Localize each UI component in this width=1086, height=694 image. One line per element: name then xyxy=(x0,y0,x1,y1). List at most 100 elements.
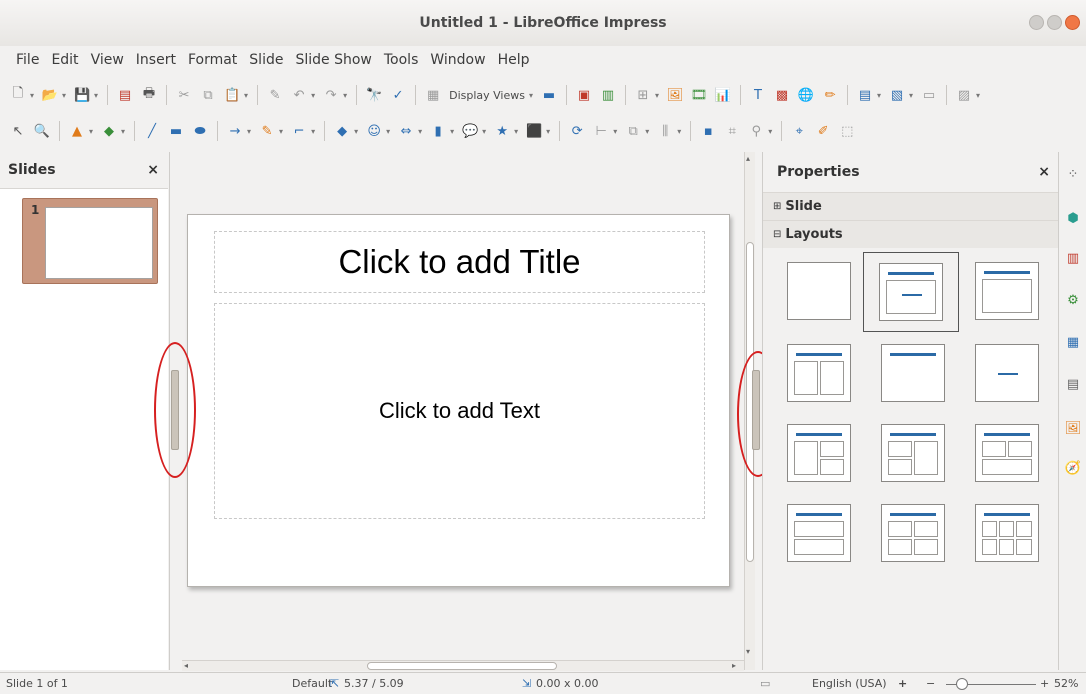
start-current-slide-icon[interactable]: ▥ xyxy=(598,85,618,105)
slide-layout-icon[interactable]: ▤ xyxy=(855,85,875,105)
layout-title-2-content-content[interactable] xyxy=(787,424,851,482)
zoom-out-icon[interactable]: − xyxy=(926,677,935,690)
zoom-plus-icon[interactable]: + xyxy=(898,677,907,690)
cut-icon[interactable]: ✂ xyxy=(174,85,194,105)
line-color-icon[interactable]: ▲ xyxy=(67,121,87,141)
title-placeholder[interactable]: Click to add Title xyxy=(214,231,705,293)
slide-thumbnail-selected[interactable]: 1 xyxy=(22,198,158,284)
zoom-pan-icon[interactable]: 🔍 xyxy=(32,121,52,141)
properties-close-icon[interactable]: × xyxy=(1038,164,1050,180)
table-icon[interactable]: ⊞ xyxy=(633,85,653,105)
styles-deck-icon[interactable]: ▤ xyxy=(1063,374,1083,394)
menu-view[interactable]: View xyxy=(85,52,130,68)
points-icon[interactable]: ⌖ xyxy=(789,121,809,141)
duplicate-slide-icon[interactable]: ▭ xyxy=(919,85,939,105)
image-icon[interactable]: 🖼 xyxy=(665,85,685,105)
arrange-icon[interactable]: ⧉ xyxy=(623,121,643,141)
callouts-icon[interactable]: 💬 xyxy=(460,121,480,141)
new-dropdown-icon[interactable]: ▾ xyxy=(30,91,34,100)
slide-work-area[interactable]: Click to add Title Click to add Text xyxy=(182,152,744,660)
layout-title-content-over-content[interactable] xyxy=(787,504,851,562)
navigator-deck-icon[interactable]: 🧭 xyxy=(1063,458,1083,478)
scroll-left-icon[interactable]: ◂ xyxy=(184,661,188,670)
expand-icon[interactable]: ⊞ xyxy=(773,201,781,212)
slide-transition-dropdown-icon[interactable]: ▾ xyxy=(976,91,980,100)
connector-dropdown-icon[interactable]: ▾ xyxy=(311,127,315,136)
ellipse-tool-icon[interactable]: ⬬ xyxy=(190,121,210,141)
fill-color-dropdown-icon[interactable]: ▾ xyxy=(121,127,125,136)
toggle-extrusion-icon[interactable]: ⬚ xyxy=(837,121,857,141)
filter-dropdown-icon[interactable]: ▾ xyxy=(768,127,772,136)
arrow-line-dropdown-icon[interactable]: ▾ xyxy=(247,127,251,136)
distribute-dropdown-icon[interactable]: ▾ xyxy=(677,127,681,136)
align-icon[interactable]: ⊢ xyxy=(591,121,611,141)
menu-insert[interactable]: Insert xyxy=(130,52,182,68)
gallery-deck-icon[interactable]: 🖼 xyxy=(1063,418,1083,438)
horizontal-scrollbar[interactable]: ◂ ▸ xyxy=(182,660,744,671)
basic-shapes-dropdown-icon[interactable]: ▾ xyxy=(354,127,358,136)
align-dropdown-icon[interactable]: ▾ xyxy=(613,127,617,136)
symbol-shapes-icon[interactable]: ☺ xyxy=(364,121,384,141)
slide-transition-icon[interactable]: ▨ xyxy=(954,85,974,105)
stars-icon[interactable]: ★ xyxy=(492,121,512,141)
zoom-in-icon[interactable]: + xyxy=(1040,677,1049,690)
open-dropdown-icon[interactable]: ▾ xyxy=(62,91,66,100)
symbol-shapes-dropdown-icon[interactable]: ▾ xyxy=(386,127,390,136)
menu-window[interactable]: Window xyxy=(424,52,491,68)
display-views-label[interactable]: Display Views xyxy=(447,89,527,102)
arrow-line-icon[interactable]: → xyxy=(225,121,245,141)
print-icon[interactable]: 🖶 xyxy=(139,85,159,105)
layout-title-2-content-over-content[interactable] xyxy=(975,424,1039,482)
scroll-right-icon[interactable]: ▸ xyxy=(732,661,736,670)
master-slide-icon[interactable]: ▬ xyxy=(539,85,559,105)
layout-title-content-2[interactable] xyxy=(975,262,1039,320)
zoom-slider-knob[interactable] xyxy=(956,678,968,690)
export-pdf-icon[interactable]: ▤ xyxy=(115,85,135,105)
slides-list[interactable]: 1 xyxy=(0,188,168,670)
master-slides-deck-icon[interactable]: ▥ xyxy=(1063,248,1083,268)
crop-icon[interactable]: ⌗ xyxy=(722,121,742,141)
redo-dropdown-icon[interactable]: ▾ xyxy=(343,91,347,100)
layout-title-only[interactable] xyxy=(881,344,945,402)
3d-objects-icon[interactable]: ⬛ xyxy=(524,121,544,141)
curve-tool-icon[interactable]: ✎ xyxy=(257,121,277,141)
layout-title-2-content[interactable] xyxy=(787,344,851,402)
find-replace-icon[interactable]: 🔭 xyxy=(364,85,384,105)
line-color-dropdown-icon[interactable]: ▾ xyxy=(89,127,93,136)
close-window-button[interactable] xyxy=(1065,15,1080,30)
line-tool-icon[interactable]: ╱ xyxy=(142,121,162,141)
scroll-up-icon[interactable]: ▴ xyxy=(746,154,750,163)
layout-title-content-selected[interactable] xyxy=(863,252,959,332)
callouts-dropdown-icon[interactable]: ▾ xyxy=(482,127,486,136)
flowchart-icon[interactable]: ▮ xyxy=(428,121,448,141)
custom-animation-deck-icon[interactable]: ⚙ xyxy=(1063,290,1083,310)
chart-icon[interactable]: 📊 xyxy=(713,85,733,105)
block-arrows-icon[interactable]: ⇔ xyxy=(396,121,416,141)
undo-icon[interactable]: ↶ xyxy=(289,85,309,105)
distribute-icon[interactable]: ⫼ xyxy=(655,121,675,141)
layout-title-content-2-content[interactable] xyxy=(881,424,945,482)
media-icon[interactable]: 🎞 xyxy=(689,85,709,105)
rectangle-tool-icon[interactable]: ▬ xyxy=(166,121,186,141)
zoom-level-status[interactable]: 52% xyxy=(1054,677,1078,690)
shadow-icon[interactable]: ▪ xyxy=(698,121,718,141)
slide-canvas[interactable]: Click to add Title Click to add Text xyxy=(187,214,730,587)
drawing-functions-icon[interactable]: ✏ xyxy=(820,85,840,105)
layout-blank[interactable] xyxy=(787,262,851,320)
scroll-down-icon[interactable]: ▾ xyxy=(746,647,750,656)
undo-dropdown-icon[interactable]: ▾ xyxy=(311,91,315,100)
paste-icon[interactable]: 📋 xyxy=(222,85,242,105)
menu-slide-show[interactable]: Slide Show xyxy=(289,52,377,68)
basic-shapes-icon[interactable]: ◆ xyxy=(332,121,352,141)
layout-title-4-content[interactable] xyxy=(881,504,945,562)
slides-pane-close-icon[interactable]: × xyxy=(147,162,159,178)
hyperlink-icon[interactable]: 🌐 xyxy=(796,85,816,105)
rotate-icon[interactable]: ⟳ xyxy=(567,121,587,141)
collapse-icon[interactable]: ⊟ xyxy=(773,229,781,240)
glue-points-icon[interactable]: ✐ xyxy=(813,121,833,141)
properties-deck-icon[interactable]: ⬢ xyxy=(1063,208,1083,228)
display-grid-icon[interactable]: ▦ xyxy=(423,85,443,105)
connector-icon[interactable]: ⌐ xyxy=(289,121,309,141)
start-slideshow-icon[interactable]: ▣ xyxy=(574,85,594,105)
document-modified-icon[interactable]: ▭ xyxy=(760,677,770,690)
